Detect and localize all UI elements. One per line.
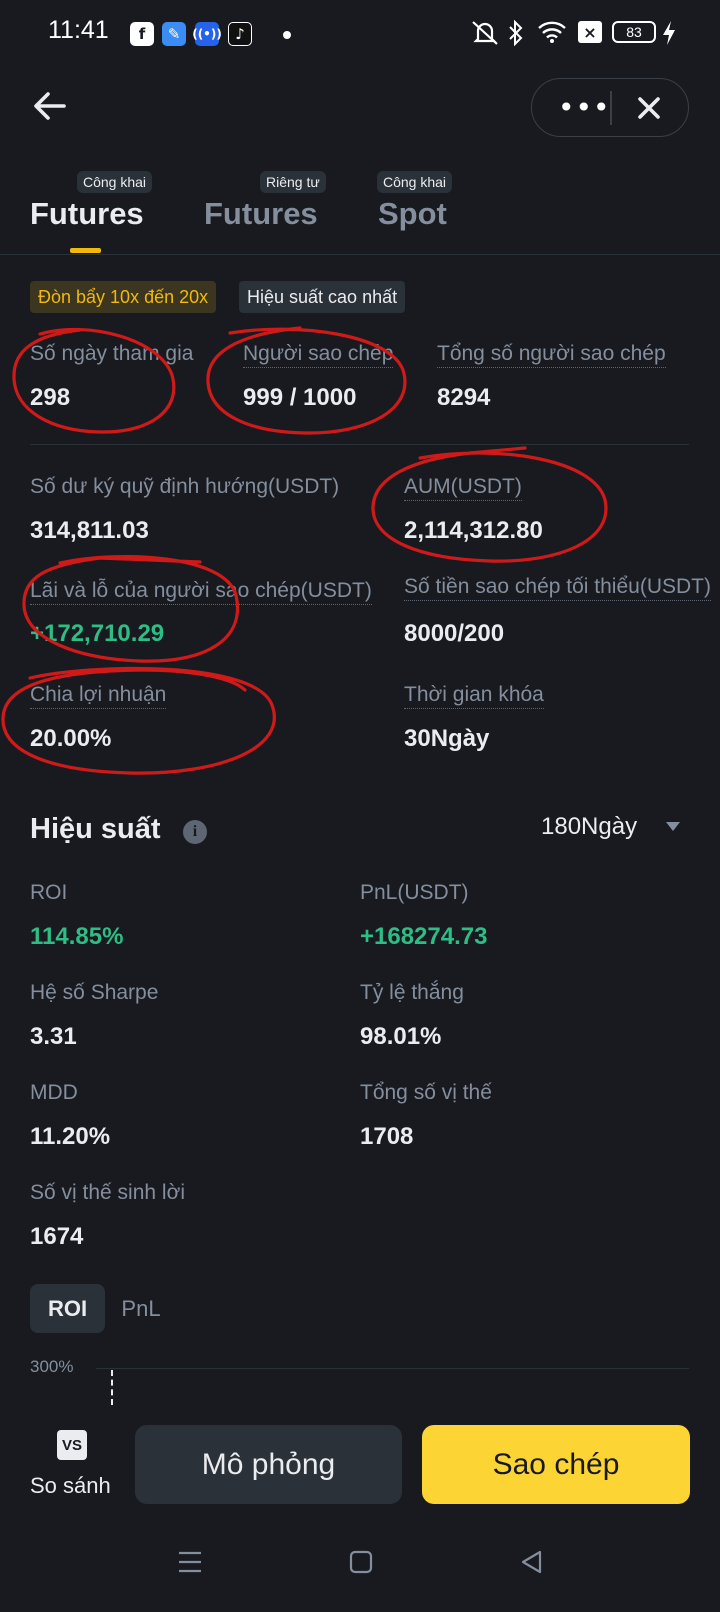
total-positions-label: Tổng số vị thế [360,1081,492,1104]
tab-badge-private: Riêng tư [260,171,326,193]
compare-icon[interactable]: VS [57,1430,87,1460]
roi-label: ROI [30,881,68,904]
aum-value: 2,114,312.80 [404,517,543,544]
profit-share-value: 20.00% [30,725,112,752]
tab-futures-public[interactable]: Futures [30,196,144,232]
battery-level: 83 [626,24,642,40]
win-rate-label: Tỷ lệ thắng [360,981,464,1004]
back-arrow-icon[interactable] [30,86,70,126]
performance-title: Hiệu suất [30,813,161,845]
menu-nav-icon[interactable] [176,1548,204,1576]
broadcast-icon: ((•)) [192,22,222,46]
chart-tab-pnl[interactable]: PnL [113,1284,169,1333]
aum-label[interactable]: AUM(USDT) [404,475,522,501]
silent-bell-icon [472,21,498,45]
profitable-positions-label: Số vị thế sinh lời [30,1181,186,1204]
chart-cursor-line [111,1370,113,1405]
simulate-button[interactable]: Mô phỏng [135,1425,402,1504]
charging-icon [663,21,675,45]
min-copy-amount-label[interactable]: Số tiền sao chép tối thiểu(USDT) [404,575,711,601]
messenger-icon: ✎ [162,22,186,46]
min-copy-amount-value: 8000/200 [404,620,505,647]
copiers-value: 999 / 1000 [243,384,357,411]
notification-dot-icon [283,31,291,39]
copier-pnl-value: +172,710.29 [30,620,165,647]
leverage-tag: Đòn bẩy 10x đến 20x [30,281,217,313]
tab-badge-spot: Công khai [377,171,453,193]
battery-indicator: 83 [612,21,656,43]
wifi-icon [538,21,566,43]
more-icon[interactable]: ••• [558,91,611,124]
chart-gridline [96,1368,689,1369]
pill-separator [610,91,612,125]
facebook-icon: f [130,22,154,46]
copiers-label[interactable]: Người sao chép [243,342,394,368]
sharpe-value: 3.31 [30,1023,77,1050]
profit-share-label[interactable]: Chia lợi nhuận [30,683,167,709]
hand-drawn-annotations [1,326,608,775]
active-tab-indicator [70,248,101,253]
pnl-label: PnL(USDT) [360,881,469,904]
tabs-divider [0,254,720,255]
roi-value: 114.85% [30,923,124,950]
lock-period-value: 30Ngày [404,725,490,752]
home-nav-icon[interactable] [347,1548,375,1576]
days-joined-label: Số ngày tham gia [30,342,194,365]
profitable-positions-value: 1674 [30,1223,84,1250]
margin-balance-label: Số dư ký quỹ định hướng(USDT) [30,475,340,498]
status-bar: 11:41 f ✎ ((•)) ♪ × 83 [0,0,720,64]
tab-badge-public: Công khai [77,171,153,193]
tiktok-icon: ♪ [228,22,252,46]
caret-down-icon[interactable] [666,822,680,831]
back-nav-icon[interactable] [518,1548,546,1576]
top-performance-tag: Hiệu suất cao nhất [239,281,406,313]
margin-balance-value: 314,811.03 [30,517,149,544]
sharpe-label: Hệ số Sharpe [30,981,159,1004]
period-selector[interactable]: 180Ngày [541,813,637,841]
bluetooth-icon [509,20,523,46]
mdd-label: MDD [30,1081,78,1104]
chart-axis-label: 300% [30,1357,74,1376]
close-icon[interactable] [632,91,666,125]
days-joined-value: 298 [30,384,71,411]
compare-button-label[interactable]: So sánh [30,1473,111,1499]
win-rate-value: 98.01% [360,1023,442,1050]
copy-button[interactable]: Sao chép [422,1425,690,1504]
total-positions-value: 1708 [360,1123,414,1150]
copier-pnl-label[interactable]: Lãi và lỗ của người sao chép(USDT) [30,579,372,605]
pnl-value: +168274.73 [360,923,488,950]
min-copy-amount-wrap: Số tiền sao chép tối thiểu(USDT) [404,575,720,601]
no-sim-icon: × [578,21,602,43]
header-actions-pill: ••• [531,78,689,137]
mdd-value: 11.20% [30,1123,111,1150]
total-copiers-value: 8294 [437,384,491,411]
stats-divider [30,444,689,445]
total-copiers-label[interactable]: Tổng số người sao chép [437,342,666,368]
tab-futures-private[interactable]: Futures [204,196,318,232]
tab-spot[interactable]: Spot [378,196,447,232]
lock-period-label[interactable]: Thời gian khóa [404,683,544,709]
info-icon[interactable]: i [183,820,207,844]
chart-tab-roi[interactable]: ROI [30,1284,105,1333]
status-time: 11:41 [48,16,109,44]
